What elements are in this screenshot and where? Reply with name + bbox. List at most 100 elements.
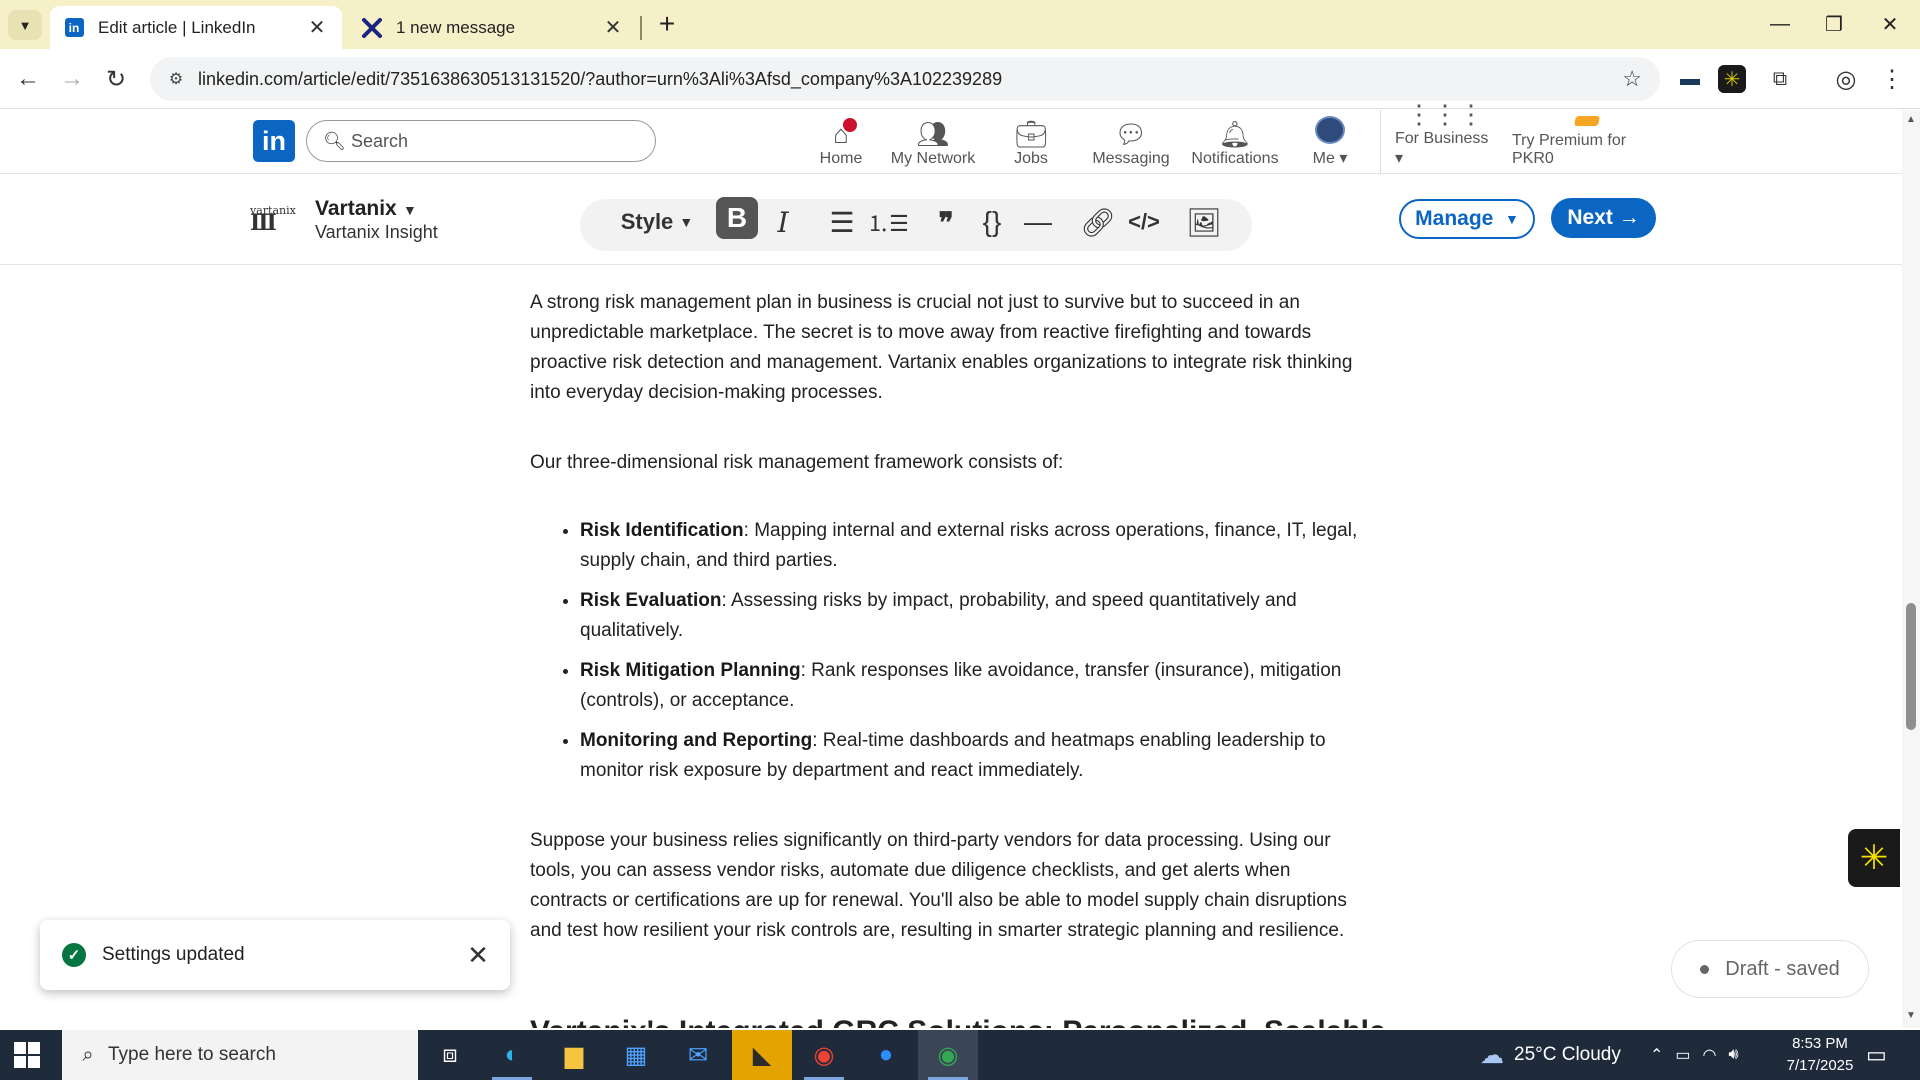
italic-button[interactable]: I <box>765 200 801 244</box>
draft-status: Draft - saved <box>1671 940 1869 998</box>
battery-icon[interactable]: ▭ <box>1675 1045 1690 1065</box>
tab-search-button[interactable]: ▼ <box>8 10 42 40</box>
nav-messaging[interactable]: 💬︎ Messaging <box>1090 116 1172 168</box>
org-name[interactable]: Vartanix <box>315 197 397 221</box>
volume-icon[interactable]: 🔊︎ <box>1729 1046 1739 1064</box>
quote-icon[interactable]: ❞ <box>926 200 966 244</box>
nav-label: My Network <box>890 150 976 167</box>
task-view-icon[interactable]: ⧈ <box>420 1030 480 1080</box>
image-icon[interactable]: 🖼︎ <box>1182 200 1226 244</box>
tab-title: Edit article | LinkedIn <box>98 17 256 37</box>
back-button[interactable]: ← <box>12 63 44 95</box>
taskbar-search[interactable]: ⌕ Type here to search <box>62 1030 418 1080</box>
scroll-up-icon[interactable]: ▲ <box>1906 114 1916 125</box>
list-item[interactable]: Risk Mitigation Planning: Rank responses… <box>580 656 1360 716</box>
cloud-icon: ☁ <box>1480 1041 1504 1069</box>
forward-button[interactable]: → <box>56 63 88 95</box>
numbered-list-icon[interactable]: ⒈☰ <box>867 200 909 244</box>
notification-badge <box>840 116 859 134</box>
edge-icon[interactable]: ◐ <box>482 1030 542 1080</box>
sticky-notes-icon[interactable]: ◣ <box>732 1030 792 1080</box>
clock[interactable]: 8:53 PM 7/17/2025 <box>1775 1033 1865 1077</box>
paragraph[interactable]: A strong risk management plan in busines… <box>530 288 1360 408</box>
chrome-icon[interactable]: ◉ <box>794 1030 854 1080</box>
linkedin-global-nav: in 🔍︎ ⌂ Home 👥︎ My Network 💼︎ Jobs 💬︎ Me… <box>0 100 1902 174</box>
system-tray[interactable]: ⌃ ▭ ◠ 🔊︎ <box>1650 1030 1739 1080</box>
list-item[interactable]: Monitoring and Reporting: Real-time dash… <box>580 726 1360 786</box>
list-item[interactable]: Risk Identification: Mapping internal an… <box>580 516 1360 576</box>
global-search[interactable]: 🔍︎ <box>306 120 656 162</box>
restore-button[interactable]: ❐ <box>1806 0 1862 49</box>
org-newsletter: Vartanix Insight <box>315 222 438 242</box>
nav-jobs[interactable]: 💼︎ Jobs <box>1003 116 1059 168</box>
page-scrollbar[interactable] <box>1902 110 1920 1028</box>
nav-label: Messaging <box>1092 150 1170 167</box>
check-icon: ✓ <box>62 943 86 967</box>
chevron-down-icon[interactable]: ▼ <box>403 202 417 218</box>
nav-notifications[interactable]: 🔔︎ Notifications <box>1187 116 1283 168</box>
store-icon[interactable]: ▦ <box>606 1030 666 1080</box>
reload-button[interactable]: ↻ <box>100 63 132 95</box>
minimize-button[interactable]: — <box>1752 0 1808 49</box>
article-body[interactable]: A strong risk management plan in busines… <box>530 288 1360 986</box>
nav-divider <box>1380 110 1381 174</box>
toast-message: Settings updated <box>102 944 245 965</box>
style-dropdown[interactable]: Style ▼ <box>617 200 697 244</box>
embed-icon[interactable]: </> <box>1122 200 1166 244</box>
nav-for-business[interactable]: ⋮⋮⋮ For Business ▾ <box>1395 100 1495 168</box>
close-icon[interactable]: ✕ <box>602 15 624 40</box>
bell-icon: 🔔︎ <box>1218 119 1252 149</box>
site-info-icon[interactable]: ⚙ <box>156 69 196 89</box>
toast-notification: ✓ Settings updated ✕ <box>40 920 510 990</box>
weather-widget[interactable]: ☁ 25°C Cloudy <box>1480 1030 1621 1080</box>
mail-icon[interactable]: ✉ <box>668 1030 728 1080</box>
home-icon: ⌂ <box>833 116 859 148</box>
next-button[interactable]: Next → <box>1551 198 1656 238</box>
close-icon[interactable]: ✕ <box>458 940 498 971</box>
nav-premium[interactable]: Try Premium for PKR0 <box>1512 116 1662 168</box>
section-heading[interactable]: Vartanix's Integrated GRC Solutions: Per… <box>530 1010 1386 1028</box>
list-item[interactable]: Risk Evaluation: Assessing risks by impa… <box>580 586 1360 646</box>
article-editor-toolbar: vartanix Ⅲ Vartanix ▼ Vartanix Insight S… <box>0 175 1902 265</box>
bookmark-star-icon[interactable]: ☆ <box>1622 66 1642 92</box>
new-tab-button[interactable]: + <box>652 10 682 40</box>
tab-new-message[interactable]: 1 new message ✕ <box>348 6 638 49</box>
paragraph[interactable]: Our three-dimensional risk management fr… <box>530 448 1360 478</box>
nav-label: Notifications <box>1191 150 1279 167</box>
file-explorer-icon[interactable]: ▆ <box>544 1030 604 1080</box>
window-close-button[interactable]: ✕ <box>1862 0 1918 49</box>
extension-icon[interactable]: ▬ <box>1674 63 1706 95</box>
zoom-icon[interactable]: ● <box>856 1030 916 1080</box>
asterisk-extension-icon[interactable]: ✳ <box>1718 65 1746 93</box>
manage-button[interactable]: Manage ▼ <box>1399 199 1535 239</box>
tab-edit-article[interactable]: in Edit article | LinkedIn ✕ <box>50 6 342 49</box>
code-block-icon[interactable]: {} <box>972 200 1012 244</box>
asterisk-extension-icon[interactable]: ✳ <box>1848 829 1900 887</box>
browser-menu-icon[interactable]: ⋮ <box>1876 63 1908 95</box>
link-icon[interactable]: 🔗︎ <box>1078 200 1118 244</box>
chevron-up-icon[interactable]: ⌃ <box>1650 1045 1663 1065</box>
profile-icon[interactable]: ◎ <box>1830 63 1862 95</box>
divider-icon[interactable]: — <box>1018 200 1058 244</box>
bullet-list-icon[interactable]: ☰ <box>822 200 862 244</box>
nav-home[interactable]: ⌂ Home <box>808 116 874 168</box>
puzzle-extensions-icon[interactable]: ⧉ <box>1764 63 1796 95</box>
notification-center-icon[interactable]: ▭ <box>1866 1030 1887 1080</box>
paragraph[interactable]: Suppose your business relies significant… <box>530 826 1360 946</box>
address-bar[interactable]: ⚙ linkedin.com/article/edit/735163863051… <box>150 57 1660 101</box>
bold-button[interactable]: B <box>716 197 758 239</box>
chrome-profile-icon[interactable]: ◉ <box>918 1030 978 1080</box>
scrollbar-thumb[interactable] <box>1906 603 1916 730</box>
linkedin-logo[interactable]: in <box>253 120 295 162</box>
wifi-icon[interactable]: ◠ <box>1703 1045 1717 1065</box>
bullet-list[interactable]: Risk Identification: Mapping internal an… <box>580 516 1360 786</box>
nav-me[interactable]: Me ▾ <box>1308 116 1352 168</box>
close-icon[interactable]: ✕ <box>306 15 328 40</box>
scroll-down-icon[interactable]: ▼ <box>1906 1010 1916 1021</box>
nav-my-network[interactable]: 👥︎ My Network <box>888 116 978 168</box>
avatar <box>1315 116 1345 144</box>
jobs-icon: 💼︎ <box>1014 119 1048 149</box>
premium-icon <box>1573 116 1601 126</box>
search-input[interactable] <box>351 130 611 152</box>
windows-start-icon[interactable] <box>14 1042 40 1068</box>
